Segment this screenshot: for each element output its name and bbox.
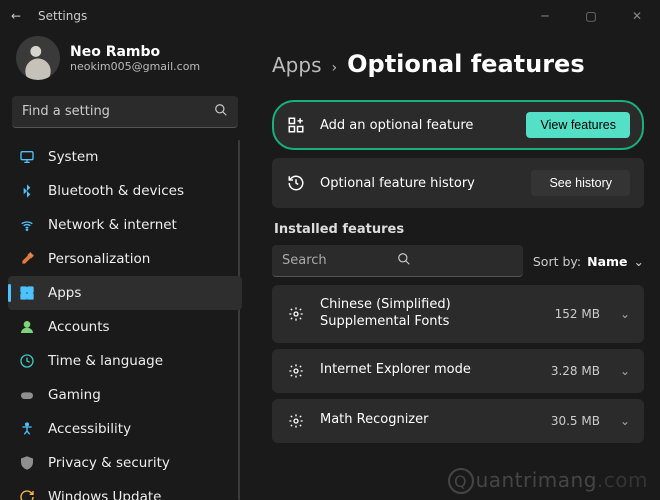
sidebar-item-label: Time & language	[48, 353, 163, 369]
feature-name: Math Recognizer	[320, 412, 537, 429]
sidebar-item-label: Network & internet	[48, 217, 177, 233]
sidebar: Neo Rambo neokim005@gmail.com Find a set…	[0, 32, 250, 500]
sidebar-item-accessibility[interactable]: Accessibility	[8, 412, 242, 446]
installed-features-heading: Installed features	[274, 222, 644, 237]
sort-by-dropdown[interactable]: Sort by: Name ⌄	[533, 254, 644, 269]
sidebar-item-label: Gaming	[48, 387, 101, 403]
sidebar-item-network-internet[interactable]: Network & internet	[8, 208, 242, 242]
sidebar-item-label: Privacy & security	[48, 455, 170, 471]
breadcrumb-parent[interactable]: Apps	[272, 53, 322, 77]
feature-item[interactable]: Chinese (Simplified) Supplemental Fonts 1…	[272, 285, 644, 343]
shield-icon	[18, 454, 36, 472]
installed-features-list: Chinese (Simplified) Supplemental Fonts 1…	[272, 285, 644, 443]
bluetooth-icon	[18, 182, 36, 200]
system-icon	[18, 148, 36, 166]
sidebar-item-personalization[interactable]: Personalization	[8, 242, 242, 276]
view-features-button[interactable]: View features	[526, 112, 630, 138]
apps-icon	[18, 284, 36, 302]
wifi-icon	[18, 216, 36, 234]
installed-search-placeholder: Search	[282, 253, 397, 268]
chevron-down-icon: ⌄	[620, 307, 630, 321]
search-placeholder: Find a setting	[22, 104, 214, 119]
gear-icon	[286, 361, 306, 381]
sidebar-item-time-language[interactable]: Time & language	[8, 344, 242, 378]
maximize-button[interactable]: ▢	[568, 0, 614, 32]
sidebar-item-accounts[interactable]: Accounts	[8, 310, 242, 344]
gear-icon	[286, 411, 306, 431]
clock-icon	[18, 352, 36, 370]
minimize-button[interactable]: ─	[522, 0, 568, 32]
avatar	[16, 36, 60, 80]
sidebar-item-bluetooth-devices[interactable]: Bluetooth & devices	[8, 174, 242, 208]
settings-search-input[interactable]: Find a setting	[12, 96, 238, 128]
sidebar-item-label: Apps	[48, 285, 81, 301]
sidebar-item-apps[interactable]: Apps	[8, 276, 242, 310]
scrollbar[interactable]	[238, 140, 240, 500]
feature-history-label: Optional feature history	[320, 176, 517, 191]
profile-name: Neo Rambo	[70, 44, 200, 60]
window-title: Settings	[38, 9, 87, 23]
sidebar-item-label: Accessibility	[48, 421, 131, 437]
sidebar-item-system[interactable]: System	[8, 140, 242, 174]
feature-name: Internet Explorer mode	[320, 362, 537, 379]
breadcrumb: Apps › Optional features	[272, 50, 644, 78]
search-icon	[214, 103, 228, 121]
sidebar-item-label: System	[48, 149, 98, 165]
sidebar-item-gaming[interactable]: Gaming	[8, 378, 242, 412]
sidebar-item-label: Accounts	[48, 319, 110, 335]
feature-size: 152 MB	[555, 307, 600, 321]
profile[interactable]: Neo Rambo neokim005@gmail.com	[8, 32, 242, 92]
add-feature-label: Add an optional feature	[320, 118, 512, 133]
accessibility-icon	[18, 420, 36, 438]
sidebar-item-label: Personalization	[48, 251, 150, 267]
feature-size: 3.28 MB	[551, 364, 600, 378]
nav-list: System Bluetooth & devices Network & inter…	[8, 140, 242, 500]
sidebar-item-label: Bluetooth & devices	[48, 183, 184, 199]
profile-email: neokim005@gmail.com	[70, 60, 200, 73]
sidebar-item-privacy-security[interactable]: Privacy & security	[8, 446, 242, 480]
feature-name: Chinese (Simplified) Supplemental Fonts	[320, 297, 541, 331]
see-history-button[interactable]: See history	[531, 170, 630, 196]
sidebar-item-label: Windows Update	[48, 489, 161, 500]
sidebar-item-windows-update[interactable]: Windows Update	[8, 480, 242, 500]
gamepad-icon	[18, 386, 36, 404]
history-icon	[286, 173, 306, 193]
paintbrush-icon	[18, 250, 36, 268]
chevron-right-icon: ›	[332, 60, 338, 76]
back-button[interactable]: ←	[8, 9, 24, 23]
chevron-down-icon: ⌄	[620, 364, 630, 378]
chevron-down-icon: ⌄	[634, 254, 644, 269]
feature-size: 30.5 MB	[551, 414, 600, 428]
chevron-down-icon: ⌄	[620, 414, 630, 428]
person-icon	[18, 318, 36, 336]
search-icon	[397, 252, 512, 270]
gear-icon	[286, 304, 306, 324]
add-grid-icon	[286, 115, 306, 135]
installed-search-input[interactable]: Search	[272, 245, 523, 277]
feature-item[interactable]: Math Recognizer 30.5 MB ⌄	[272, 399, 644, 443]
update-icon	[18, 488, 36, 500]
page-title: Optional features	[347, 50, 585, 78]
close-button[interactable]: ✕	[614, 0, 660, 32]
main-content: Apps › Optional features Add an optional…	[250, 32, 660, 500]
feature-history-card: Optional feature history See history	[272, 158, 644, 208]
feature-item[interactable]: Internet Explorer mode 3.28 MB ⌄	[272, 349, 644, 393]
add-feature-card: Add an optional feature View features	[272, 100, 644, 150]
sort-by-value: Name	[587, 254, 627, 269]
sort-by-label: Sort by:	[533, 254, 581, 269]
